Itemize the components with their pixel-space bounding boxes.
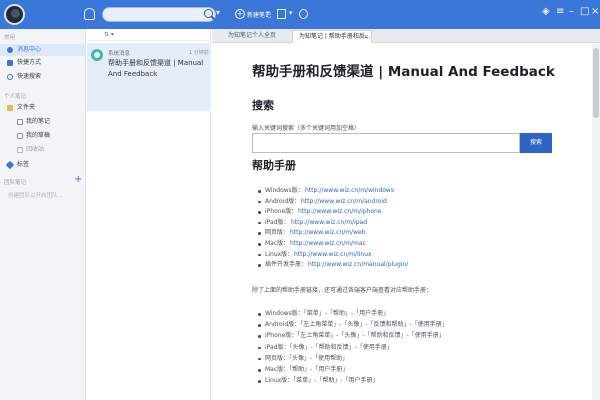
sidebar-item-shortcuts[interactable]: 快捷方式 <box>0 57 86 69</box>
bullet-icon <box>258 369 261 372</box>
bullet-icon <box>258 200 261 204</box>
tag-icon <box>5 160 15 170</box>
add-team-icon[interactable]: + <box>74 175 82 185</box>
bullet-icon <box>258 190 261 193</box>
message-icon <box>7 47 13 53</box>
folder-icon <box>7 105 13 111</box>
bullet-icon <box>258 264 261 267</box>
help-path-text: Linux版：「菜单」-「帮助」-「用户手册」 <box>265 377 379 385</box>
folder-outline-icon <box>17 119 23 125</box>
search-dropdown-icon[interactable]: ▾ <box>216 8 220 17</box>
sync-dropdown-icon[interactable]: ▾ <box>289 9 293 17</box>
help-path-text: iPad版：「头像」-「帮助和反馈」-「使用手册」 <box>265 343 393 351</box>
list-item[interactable]: 系统消息 1 分钟前 帮助手册和反馈渠道 | Manual And Feedba… <box>87 43 211 111</box>
close-icon[interactable]: × <box>363 31 369 43</box>
bullet-icon <box>258 211 261 214</box>
sidebar-item-my-drafts[interactable]: 我的草稿 <box>0 130 86 142</box>
bullet-icon <box>258 357 261 361</box>
help-link-label: Mac版： <box>265 240 290 247</box>
help-path-text: Mac版：「帮助」-「用户手册」 <box>265 366 349 373</box>
help-link-url[interactable]: http://www.wiz.cn/m/mac <box>290 240 366 248</box>
team-hint: 创建团队以开启团队... <box>8 193 63 199</box>
doc-search-input[interactable] <box>252 133 520 153</box>
sort-icon[interactable]: ⇅ ▾ <box>104 31 114 38</box>
search-button[interactable]: 搜索 <box>520 133 552 153</box>
sidebar: 常用 消息中心 快捷方式 快速搜索 个人笔记 文件夹 我的笔记 我的草稿 回收站… <box>0 29 86 400</box>
bullet-icon <box>258 346 261 350</box>
search-heading: 搜索 <box>252 99 274 112</box>
help-link-label: 插件开发手册： <box>265 261 308 269</box>
search-icon[interactable] <box>204 9 213 18</box>
help-link-url[interactable]: http://www.wiz.cn/m/android <box>301 198 387 206</box>
help-link-url[interactable]: http://www.wiz.cn/m/iphone <box>298 208 382 216</box>
plus-icon[interactable]: + <box>235 9 245 19</box>
bullet-icon <box>258 243 261 246</box>
skin-icon[interactable]: ◈ <box>542 6 550 18</box>
sidebar-item-tags[interactable]: 标签 <box>0 159 86 171</box>
note-list-header: ⇅ ▾ <box>87 29 211 41</box>
sync-icon[interactable] <box>277 9 286 19</box>
share-icon[interactable] <box>299 9 308 19</box>
minimize-icon[interactable]: – <box>569 6 574 18</box>
help-path-text: 网页版：「头像」-「使用帮助」 <box>265 354 349 362</box>
help-link-label: iPhone版： <box>265 208 298 216</box>
app-window: ▾ + 新建笔记 ▾ ▾ ◈ ≡ – □ × 常用 消息中心 快捷方式 快速搜索… <box>0 0 600 400</box>
bullet-icon <box>258 380 261 383</box>
help-link-url[interactable]: http://www.wiz.cn/m/ipad <box>291 219 367 227</box>
help-path-text: Android版：「左上角菜单」-「头像」-「反馈和帮助」-「使用手册」 <box>265 321 448 329</box>
help-path-text: iPhone版：「左上角菜单」-「头像」-「帮助和反馈」-「使用手册」 <box>265 332 445 340</box>
paragraph: 除了上面的帮助手册链接，还可通过各端客户端查看对应帮助手册： <box>252 287 433 294</box>
note-time: 1 分钟前 <box>189 50 209 56</box>
help-path-text: Windows版：「菜单」-「帮助」-「用户手册」 <box>265 310 390 317</box>
sidebar-item-message-center[interactable]: 消息中心 <box>0 44 86 56</box>
bell-icon[interactable] <box>84 8 95 20</box>
help-link-url[interactable]: http://www.wiz.cn/manual/plugin/ <box>308 261 408 269</box>
help-heading: 帮助手册 <box>252 159 296 172</box>
help-link-url[interactable]: http://www.wiz.cn/m/windows <box>305 187 394 195</box>
scrollbar-thumb[interactable] <box>593 48 599 118</box>
search-input[interactable] <box>102 7 216 22</box>
new-note-dropdown-icon[interactable]: ▾ <box>266 9 270 17</box>
sidebar-item-quick-search[interactable]: 快速搜索 <box>0 71 86 83</box>
bullet-icon <box>258 335 261 338</box>
sidebar-section-personal: 个人笔记 <box>4 94 27 100</box>
note-title: 帮助手册和反馈渠道 | Manual And Feedback <box>108 59 204 78</box>
maximize-icon[interactable]: □ <box>580 6 589 18</box>
help-link-label: 网页版： <box>265 229 290 237</box>
bullet-icon <box>258 232 261 235</box>
shortcut-icon <box>7 60 13 66</box>
sidebar-item-my-notes[interactable]: 我的笔记 <box>0 116 86 128</box>
search-icon <box>7 74 13 80</box>
search-hint: 输入关键词搜索（多个关键词用加空格） <box>252 125 361 132</box>
help-link-label: Android版： <box>265 197 301 205</box>
note-document: 帮助手册和反馈渠道 | Manual And Feedback 搜索 输入关键词… <box>212 44 592 400</box>
trash-icon <box>17 147 23 153</box>
bullet-icon <box>258 313 261 316</box>
help-link-label: Linux版： <box>265 250 294 258</box>
menu-icon[interactable]: ≡ <box>556 6 564 18</box>
tab-personal-home[interactable]: 为知笔记个人全页 <box>222 30 292 43</box>
bullet-icon <box>258 324 261 327</box>
note-author: 系统消息 <box>108 51 131 57</box>
close-icon[interactable]: × <box>591 6 599 18</box>
sidebar-section-team: 团队笔记 <box>4 180 27 186</box>
sidebar-item-trash[interactable]: 回收站 <box>0 144 86 156</box>
bullet-icon <box>258 253 261 257</box>
note-list: ⇅ ▾ 系统消息 1 分钟前 帮助手册和反馈渠道 | Manual And Fe… <box>87 29 211 400</box>
help-link-url[interactable]: http://www.wiz.cn/m/web <box>290 229 366 237</box>
document-scrollbar[interactable] <box>592 44 600 400</box>
page-title: 帮助手册和反馈渠道 | Manual And Feedback <box>252 64 555 80</box>
title-bar: ▾ + 新建笔记 ▾ ▾ ◈ ≡ – □ × <box>0 0 600 29</box>
help-link-url[interactable]: http://www.wiz.cn/m/linux <box>294 251 372 259</box>
avatar[interactable] <box>4 4 25 25</box>
avatar <box>91 49 103 61</box>
folder-outline-icon <box>17 133 23 139</box>
sidebar-item-folders[interactable]: 文件夹 <box>0 102 86 114</box>
tab-bar: 为知笔记个人全页 为知笔记 | 帮助手册和反... × <box>212 29 600 43</box>
help-link-label: Windows版： <box>265 187 304 194</box>
help-link-label: iPad版： <box>265 218 290 226</box>
bullet-icon <box>258 221 261 225</box>
sidebar-section-common: 常用 <box>4 35 16 41</box>
tab-help-manual[interactable]: 为知笔记 | 帮助手册和反... × <box>292 30 372 43</box>
